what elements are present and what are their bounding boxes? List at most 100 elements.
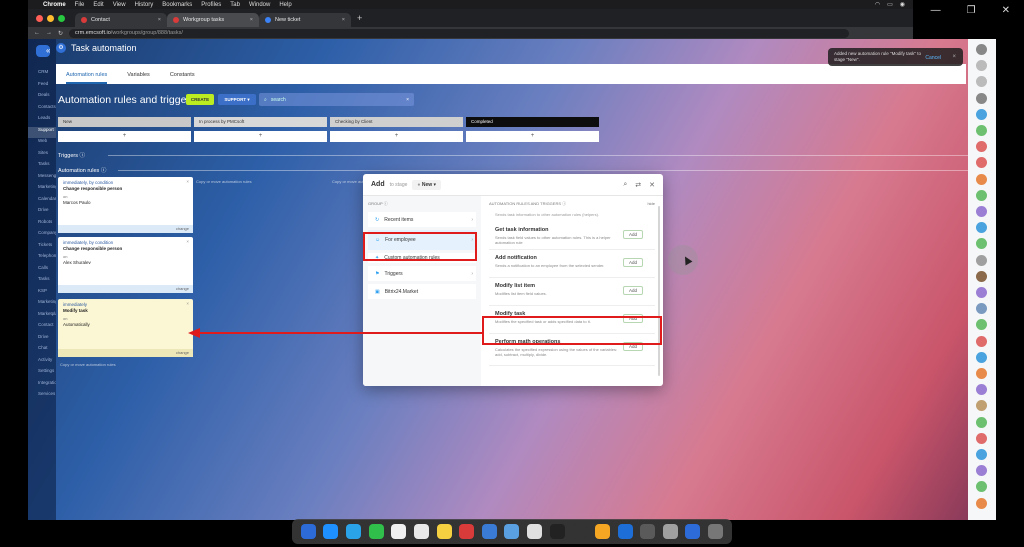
rule-change-link[interactable]: change: [58, 285, 193, 293]
dock-app-icon[interactable]: [346, 524, 362, 539]
nav-item[interactable]: Leads: [28, 115, 56, 127]
rail-avatar-icon[interactable]: [976, 319, 987, 331]
rail-avatar-icon[interactable]: [976, 108, 987, 120]
battery-icon[interactable]: ▭: [887, 1, 893, 8]
tab-close-icon[interactable]: ×: [250, 17, 253, 23]
nav-item[interactable]: Calls: [28, 265, 56, 277]
rule-get-task-info[interactable]: Get task information Sends task field va…: [489, 222, 655, 250]
add-button[interactable]: Add: [623, 286, 643, 295]
new-tab-icon[interactable]: +: [357, 13, 362, 23]
nav-item[interactable]: CRM: [28, 69, 56, 81]
control-center-icon[interactable]: ◉: [900, 1, 905, 8]
support-button[interactable]: SUPPORT ▾: [218, 94, 256, 105]
nav-item[interactable]: Drive: [28, 207, 56, 219]
dock-app-icon[interactable]: [504, 524, 520, 539]
tab-contact[interactable]: Contact ×: [75, 13, 167, 27]
dock-app-icon[interactable]: [323, 524, 339, 539]
rule-modify-list-item[interactable]: Modify list item Modifies list item fiel…: [489, 278, 655, 306]
nav-item[interactable]: Feed: [28, 81, 56, 93]
nav-item[interactable]: Settings: [28, 368, 56, 380]
dock-app-icon[interactable]: [549, 524, 565, 539]
zoom-dot-icon[interactable]: [58, 14, 65, 22]
rail-avatar-icon[interactable]: [976, 497, 987, 509]
menu-file[interactable]: File: [75, 2, 85, 8]
nav-item[interactable]: Activity: [28, 357, 56, 369]
info-icon[interactable]: ⓘ: [80, 153, 86, 159]
nav-item[interactable]: Marketing: [28, 299, 56, 311]
rail-avatar-icon[interactable]: [976, 125, 987, 136]
rail-avatar-icon[interactable]: [976, 335, 987, 347]
rail-tool-icon[interactable]: [976, 76, 987, 88]
tab-constants[interactable]: Constants: [170, 72, 195, 84]
minimize-dot-icon[interactable]: [47, 14, 54, 22]
nav-item[interactable]: KSP: [28, 288, 56, 300]
tab-new-ticket[interactable]: New ticket ×: [259, 13, 351, 27]
hide-link[interactable]: hide: [647, 201, 655, 207]
rule-card[interactable]: × immediately Modify task on Automatical…: [58, 299, 193, 357]
close-icon[interactable]: ×: [186, 301, 189, 306]
nav-item[interactable]: Services: [28, 391, 56, 403]
nav-item[interactable]: Web: [28, 138, 56, 150]
dock-app-icon[interactable]: [459, 524, 475, 539]
rail-tool-icon[interactable]: [976, 60, 987, 72]
dock-app-icon[interactable]: [391, 524, 407, 539]
group-triggers[interactable]: ⚑ Triggers ›: [368, 266, 476, 281]
clear-search-icon[interactable]: ×: [406, 97, 409, 103]
nav-item[interactable]: Drive: [28, 334, 56, 346]
tab-close-icon[interactable]: ×: [158, 17, 161, 23]
dock-app-icon[interactable]: [662, 524, 678, 539]
add-button[interactable]: Add: [623, 230, 643, 239]
add-trigger-button[interactable]: +: [58, 131, 191, 142]
rail-avatar-icon[interactable]: [976, 303, 987, 315]
close-window-icon[interactable]: ✕: [1002, 5, 1010, 16]
dock-app-icon[interactable]: [685, 524, 701, 539]
rail-avatar-icon[interactable]: [976, 287, 987, 298]
search-input[interactable]: ⌕ search ×: [259, 93, 414, 106]
wifi-icon[interactable]: ◠: [875, 1, 880, 8]
nav-item[interactable]: Support: [28, 126, 56, 138]
rail-avatar-icon[interactable]: [976, 465, 987, 477]
group-market[interactable]: ▣ Bitrix24.Market: [368, 284, 476, 299]
dock-app-icon[interactable]: [436, 524, 452, 539]
minimize-icon[interactable]: —: [931, 5, 941, 16]
rail-avatar-icon[interactable]: [976, 351, 987, 363]
rail-avatar-icon[interactable]: [976, 400, 987, 412]
stage-selector[interactable]: ● New ▾: [412, 179, 442, 190]
nav-item[interactable]: Contact: [28, 322, 56, 334]
nav-item[interactable]: Marketplace: [28, 311, 56, 323]
rail-avatar-icon[interactable]: [976, 270, 987, 282]
menu-help[interactable]: Help: [279, 2, 291, 8]
dock-app-icon[interactable]: [572, 524, 588, 539]
rail-avatar-icon[interactable]: [976, 481, 987, 493]
tab-automation-rules[interactable]: Automation rules: [66, 72, 108, 84]
add-trigger-button[interactable]: +: [466, 131, 599, 142]
menu-chrome[interactable]: Chrome: [43, 2, 66, 8]
rule-card[interactable]: × immediately, by condition Change respo…: [58, 237, 193, 293]
nav-item[interactable]: Contacts: [28, 104, 56, 116]
menu-edit[interactable]: Edit: [93, 2, 103, 8]
back-icon[interactable]: ←: [34, 30, 40, 36]
rail-avatar-icon[interactable]: [976, 416, 987, 428]
close-icon[interactable]: ×: [186, 239, 189, 244]
search-icon[interactable]: ⌕: [623, 181, 627, 189]
close-icon[interactable]: ×: [186, 179, 189, 184]
reload-icon[interactable]: ↻: [58, 30, 63, 37]
forward-icon[interactable]: →: [46, 30, 52, 36]
create-button[interactable]: CREATE: [186, 94, 214, 105]
rule-change-link[interactable]: change: [58, 225, 193, 233]
nav-item[interactable]: Messenger: [28, 173, 56, 185]
rail-avatar-icon[interactable]: [976, 449, 987, 460]
dock-app-icon[interactable]: [640, 524, 656, 539]
nav-item[interactable]: Integrations: [28, 380, 56, 392]
rail-avatar-icon[interactable]: [976, 141, 987, 153]
rule-change-link[interactable]: change: [58, 349, 193, 357]
rail-avatar-icon[interactable]: [976, 222, 987, 234]
nav-item[interactable]: Sites: [28, 150, 56, 162]
dock-app-icon[interactable]: [413, 524, 429, 539]
tab-workgroup-tasks[interactable]: Workgroup tasks ×: [167, 13, 259, 27]
menu-tab[interactable]: Tab: [230, 2, 240, 8]
nav-item[interactable]: Deals: [28, 92, 56, 104]
scrollbar[interactable]: [658, 206, 660, 376]
close-icon[interactable]: ×: [952, 54, 956, 60]
menu-window[interactable]: Window: [249, 2, 270, 8]
